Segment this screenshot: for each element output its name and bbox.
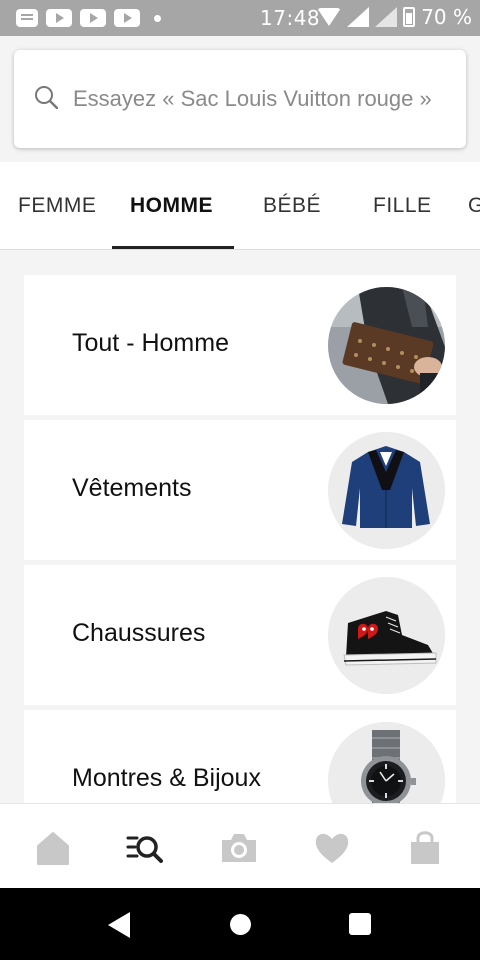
tab-homme[interactable]: HOMME xyxy=(130,194,213,218)
youtube-icon xyxy=(114,9,140,27)
home-icon[interactable] xyxy=(33,828,73,868)
watch-image xyxy=(328,722,445,803)
category-label: Chaussures xyxy=(72,619,206,647)
youtube-icon xyxy=(80,9,106,27)
youtube-icon xyxy=(46,9,72,27)
sneaker-image xyxy=(328,577,445,694)
battery-level: 70 % xyxy=(421,5,472,29)
category-card-chaussures[interactable]: Chaussures xyxy=(24,565,456,705)
battery-icon xyxy=(403,7,416,27)
blazer-image xyxy=(328,432,445,549)
recent-apps-icon[interactable] xyxy=(349,913,371,935)
signal-icon xyxy=(347,7,370,27)
status-time: 17:48 xyxy=(260,6,321,30)
tab-femme[interactable]: FEMME xyxy=(18,194,96,218)
bottom-navigation xyxy=(0,803,480,888)
search-list-icon[interactable] xyxy=(125,828,165,868)
signal-icon xyxy=(375,7,398,27)
category-list: Tout - Homme Vêtements Chaussures Montre… xyxy=(0,250,480,803)
camera-icon[interactable] xyxy=(219,828,259,868)
category-label: Montres & Bijoux xyxy=(72,764,261,792)
bag-icon[interactable] xyxy=(405,828,445,868)
dot-icon xyxy=(154,14,161,22)
category-card-montres-bijoux[interactable]: Montres & Bijoux xyxy=(24,710,456,803)
search-placeholder: Essayez « Sac Louis Vuitton rouge » xyxy=(73,86,432,111)
search-input[interactable]: Essayez « Sac Louis Vuitton rouge » xyxy=(14,50,466,148)
category-card-vetements[interactable]: Vêtements xyxy=(24,420,456,560)
system-navigation-bar xyxy=(0,888,480,960)
search-icon xyxy=(34,85,59,110)
notes-icon xyxy=(16,9,38,27)
heart-icon[interactable] xyxy=(312,828,352,868)
back-icon[interactable] xyxy=(108,912,130,938)
man-with-clutch-image xyxy=(328,287,445,404)
status-bar: 17:48 70 % xyxy=(0,0,480,36)
gender-tabs: FEMME HOMME BÉBÉ FILLE G xyxy=(0,162,480,250)
tab-garcon[interactable]: G xyxy=(468,194,480,218)
active-tab-indicator xyxy=(112,246,234,249)
category-label: Vêtements xyxy=(72,474,192,502)
tab-bebe[interactable]: BÉBÉ xyxy=(263,194,321,218)
search-area: Essayez « Sac Louis Vuitton rouge » xyxy=(0,36,480,162)
tab-fille[interactable]: FILLE xyxy=(373,194,432,218)
category-label: Tout - Homme xyxy=(72,329,229,357)
wifi-icon xyxy=(317,8,342,26)
category-card-tout-homme[interactable]: Tout - Homme xyxy=(24,275,456,415)
home-button-icon[interactable] xyxy=(230,914,251,935)
